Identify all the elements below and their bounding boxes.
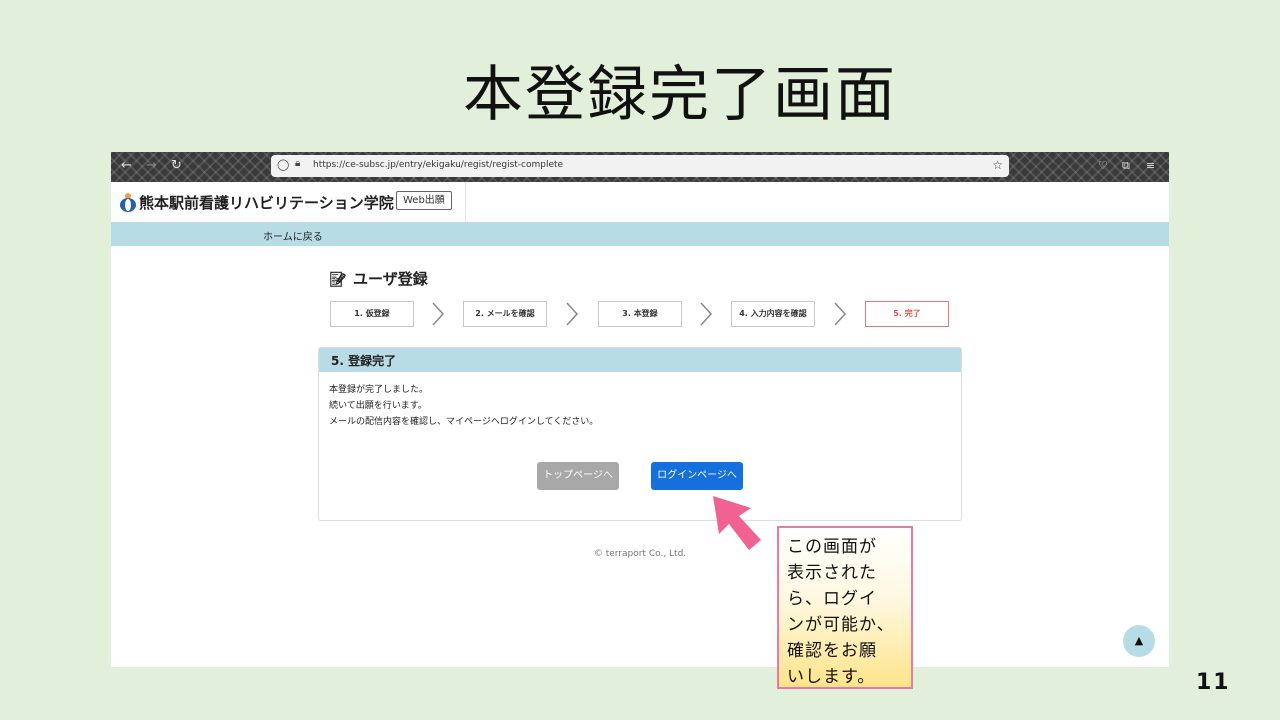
bookmark-star-icon[interactable]: ☆ — [992, 158, 1003, 172]
home-link[interactable]: ホームに戻る — [263, 228, 323, 243]
forward-icon[interactable]: → — [146, 158, 157, 173]
step-2: 2. メールを確認 — [463, 301, 547, 327]
login-page-button[interactable]: ログインページへ — [651, 462, 743, 490]
message-line-2: 続いて出願を行います。 — [329, 401, 427, 411]
panel-title: 5. 登録完了 — [331, 354, 397, 368]
callout-note: この画面が 表示された ら、ログイ ンが可能か、 確認をお願 いします。 — [777, 526, 913, 689]
browser-screenshot: ← → ↻ ◯ 🔒︎ https://ce-subsc.jp/entry/eki… — [111, 152, 1169, 667]
step-4: 4. 入力内容を確認 — [731, 301, 815, 327]
page-heading: 📝︎ ユーザ登録 — [329, 268, 428, 289]
slide-title: 本登録完了画面 — [463, 60, 897, 130]
message-line-3: メールの配信内容を確認し、マイページへログインしてください。 — [329, 417, 599, 427]
message-line-1: 本登録が完了しました。 — [329, 385, 429, 395]
top-page-button[interactable]: トップページへ — [537, 462, 619, 490]
chevron-right-icon — [432, 302, 445, 326]
reload-icon[interactable]: ↻ — [171, 158, 182, 173]
completion-panel: 5. 登録完了 本登録が完了しました。 続いて出願を行います。 メールの配信内容… — [318, 347, 962, 521]
address-bar[interactable]: ◯ 🔒︎ https://ce-subsc.jp/entry/ekigaku/r… — [271, 155, 1009, 177]
url-text[interactable]: https://ce-subsc.jp/entry/ekigaku/regist… — [313, 160, 563, 170]
back-icon[interactable]: ← — [121, 158, 132, 173]
header-divider — [465, 182, 466, 222]
chevron-right-icon — [700, 302, 713, 326]
footer-copyright: © terraport Co., Ltd. — [593, 549, 687, 559]
web-application-badge: Web出願 — [396, 191, 452, 210]
school-name[interactable]: 熊本駅前看護リハビリテーション学院 — [139, 192, 394, 213]
pointer-arrow-icon — [713, 496, 761, 550]
site-header: 熊本駅前看護リハビリテーション学院 Web出願 — [111, 182, 1169, 222]
school-logo-icon[interactable] — [119, 192, 137, 212]
scroll-to-top-button[interactable]: ▲ — [1123, 625, 1155, 657]
page-heading-text: ユーザ登録 — [353, 270, 428, 288]
chevron-right-icon — [834, 302, 847, 326]
pocket-icon[interactable]: ♡ — [1098, 159, 1108, 172]
panel-header: 5. 登録完了 — [319, 348, 961, 372]
chevron-right-icon — [566, 302, 579, 326]
browser-toolbar: ← → ↻ ◯ 🔒︎ https://ce-subsc.jp/entry/eki… — [111, 152, 1169, 182]
page-number: 11 — [1196, 670, 1231, 695]
step-1: 1. 仮登録 — [330, 301, 414, 327]
menu-icon[interactable]: ≡ — [1146, 159, 1155, 172]
extensions-icon[interactable]: ⧉ — [1122, 159, 1130, 173]
step-5-active: 5. 完了 — [865, 301, 949, 327]
panel-message: 本登録が完了しました。 続いて出願を行います。 メールの配信内容を確認し、マイペ… — [329, 382, 598, 430]
nav-band: ホームに戻る — [111, 222, 1169, 246]
step-3: 3. 本登録 — [598, 301, 682, 327]
edit-document-icon: 📝︎ — [329, 272, 347, 288]
lock-icon[interactable]: 🔒︎ — [295, 158, 300, 169]
shield-icon[interactable]: ◯ — [277, 158, 289, 171]
